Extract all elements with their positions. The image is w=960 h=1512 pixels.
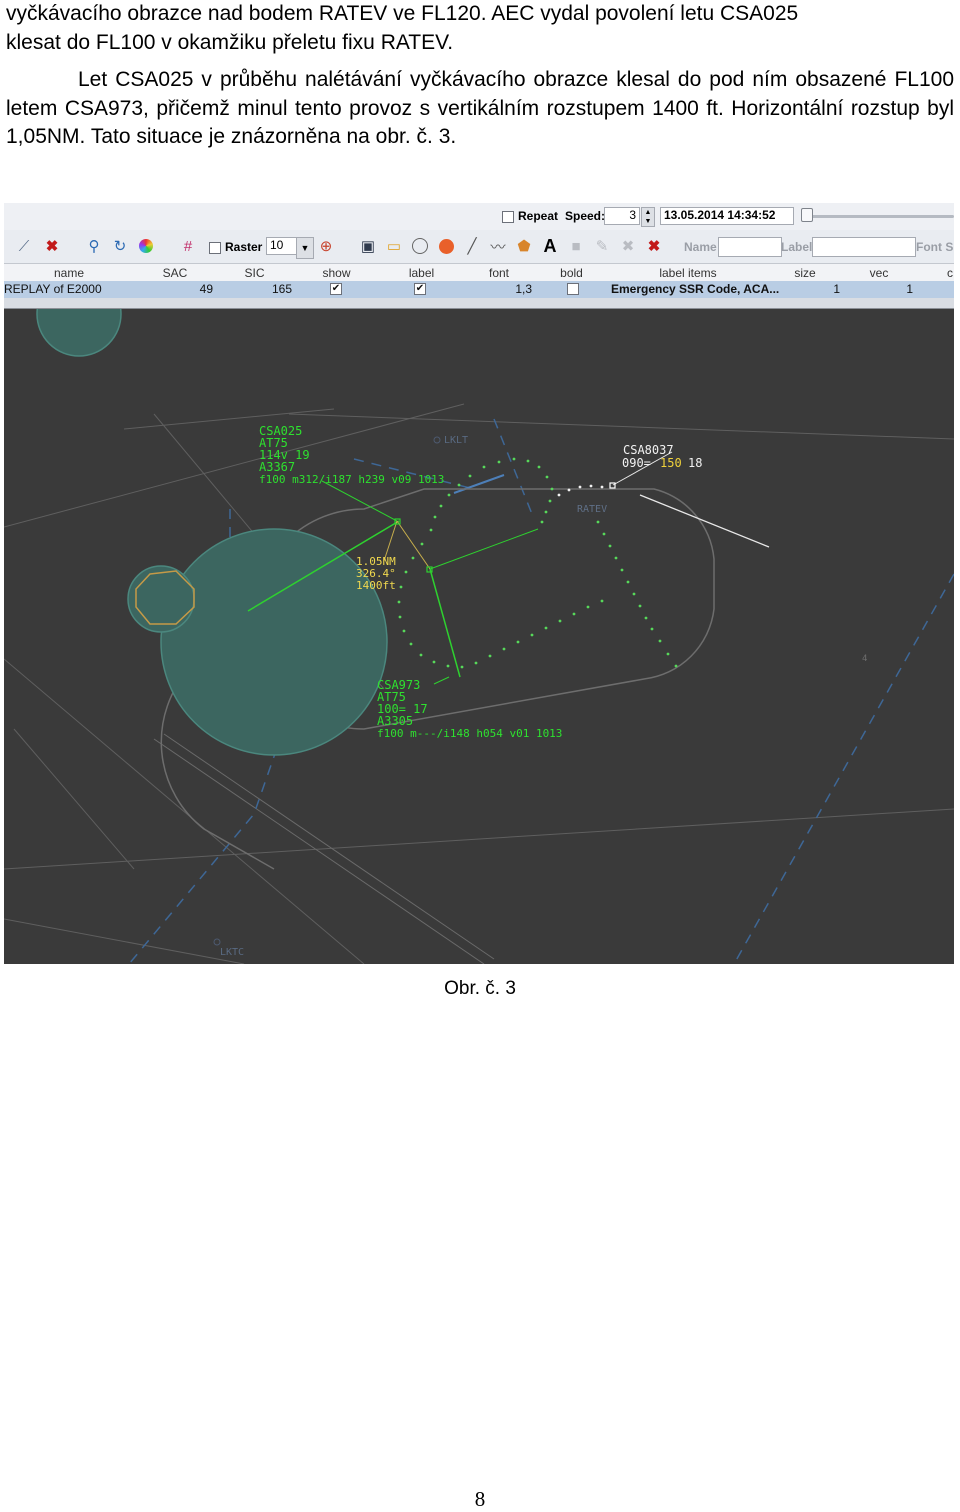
text-line-2: klesat do FL100 v okamžiku přeletu fixu … — [6, 30, 454, 54]
save-icon[interactable]: ▣ — [356, 234, 380, 258]
polygon-tool-icon[interactable]: ⬟ — [512, 234, 536, 258]
radar-replay-screenshot: Repeat Speed: 3 ▲ ▼ 13.05.2014 14:34:52 ⟋… — [4, 203, 954, 964]
col-bold[interactable]: bold — [535, 266, 608, 280]
grid-icon[interactable]: # — [176, 234, 200, 258]
polyline-tool-icon[interactable]: 〰 — [486, 234, 510, 258]
show-checkbox[interactable]: ✔ — [330, 283, 342, 295]
measure-tool-icon[interactable]: ⟋ — [12, 234, 36, 258]
raster-size-value: 10 — [270, 238, 284, 252]
speed-value: 3 — [629, 208, 636, 222]
color-wheel-icon[interactable] — [134, 234, 158, 258]
csa8037-callsign: CSA8037 — [623, 443, 674, 457]
pin-icon[interactable]: ⚲ — [82, 234, 106, 258]
text-line-1: vyčkávacího obrazce nad bodem RATEV ve F… — [6, 2, 799, 25]
label-label: Label — [781, 240, 813, 254]
lklt-label: LKLT — [444, 435, 468, 446]
body-paragraph: Let CSA025 v průběhu nalétávání vyčkávac… — [6, 66, 954, 152]
bold-checkbox[interactable] — [567, 283, 579, 295]
chevron-down-icon[interactable]: ▼ — [296, 237, 314, 259]
filled-circle-tool-icon[interactable] — [434, 234, 458, 258]
label-checkbox[interactable]: ✔ — [414, 283, 426, 295]
table-row[interactable]: REPLAY of E2000 49 165 ✔ ✔ 1,3 Emergency… — [4, 281, 954, 298]
name-label: Name — [684, 240, 717, 254]
edit-tool-icon: ✎ — [595, 238, 609, 255]
row-sac: 49 — [199, 282, 213, 296]
col-sac[interactable]: SAC — [135, 266, 215, 280]
col-c[interactable]: c — [940, 266, 954, 280]
table-spacer — [4, 298, 954, 309]
col-label[interactable]: label — [380, 266, 463, 280]
lktc-label: LKTC — [220, 947, 244, 958]
clear-icon: ✖ — [621, 238, 635, 255]
row-label-items: Emergency SSR Code, ACA... — [611, 282, 780, 296]
delete-icon[interactable]: ✖ — [40, 234, 64, 258]
time-slider-track[interactable] — [804, 215, 954, 218]
row-name: REPLAY of E2000 — [4, 282, 102, 296]
text-tool-glyph: A — [543, 235, 557, 256]
row-vec: 1 — [906, 282, 913, 296]
csa973-flight-data: f100 m---/i148 h054 v01 1013 — [377, 727, 562, 740]
col-name[interactable]: name — [4, 266, 134, 280]
col-sic[interactable]: SIC — [216, 266, 293, 280]
repeat-label: Repeat — [518, 209, 559, 223]
line-tool-icon[interactable]: ╱ — [460, 234, 484, 258]
col-label-items[interactable]: label items — [609, 266, 767, 280]
row-sic: 165 — [271, 282, 292, 296]
figure-caption: Obr. č. 3 — [444, 978, 516, 999]
separation-measure: 1.05NM 326.4° 1400ft — [356, 555, 396, 592]
text-tool-icon[interactable]: A — [538, 234, 562, 258]
csa025-squawk: A3367 — [259, 460, 295, 474]
datetime-value: 13.05.2014 14:34:52 — [664, 208, 776, 222]
speed-spinner[interactable]: 3 — [604, 207, 640, 225]
folder-icon[interactable]: ▭ — [382, 234, 406, 258]
ratev-label: RATEV — [577, 504, 607, 515]
replay-toolbar: Repeat Speed: 3 ▲ ▼ 13.05.2014 14:34:52 — [4, 203, 954, 231]
row-size: 1 — [833, 282, 840, 296]
label-input[interactable] — [812, 237, 916, 257]
csa025-flight-data: f100 m312/i187 h239 v09 1013 — [259, 473, 444, 486]
measure-vertical: 1400ft — [356, 579, 396, 592]
col-font[interactable]: font — [464, 266, 534, 280]
csa973-squawk: A3305 — [377, 714, 413, 728]
fill-tool-icon: ■ — [571, 237, 581, 255]
repeat-checkbox[interactable] — [502, 211, 514, 223]
radar-display[interactable]: LKLT RATEV LKTC 4 CSA025 AT75 114v 19 A3… — [4, 309, 954, 964]
csa8037-speed: 18 — [688, 456, 702, 470]
raster-label: Raster — [225, 240, 263, 254]
raster-size-select[interactable]: 10 — [266, 237, 300, 255]
speed-spinner-arrows-icon[interactable]: ▲ ▼ — [641, 207, 655, 227]
col-show[interactable]: show — [294, 266, 379, 280]
page-number: 8 — [474, 1487, 486, 1511]
delete-all-icon[interactable]: ✖ — [642, 234, 666, 258]
csa8037-level: 090= — [622, 456, 651, 470]
target-icon[interactable]: ⊕ — [314, 234, 338, 258]
time-slider-thumb[interactable] — [801, 208, 813, 222]
name-input[interactable] — [718, 237, 782, 257]
col-vec[interactable]: vec — [843, 266, 915, 280]
col-size[interactable]: size — [768, 266, 842, 280]
table-header: name SAC SIC show label font bold label … — [4, 264, 954, 282]
speed-label: Speed: — [565, 209, 606, 223]
intro-text: vyčkávacího obrazce nad bodem RATEV ve F… — [6, 0, 954, 57]
font-size-label: Font Si — [916, 240, 954, 254]
sector-number: 4 — [862, 654, 867, 664]
row-font: 1,3 — [515, 282, 532, 296]
display-toolbar: ⟋ ✖ ⚲ ↻ # Raster 10 ▼ ⊕ ▣ ▭ ╱ 〰 ⬟ A ■ ✎ … — [4, 230, 954, 264]
paragraph-2: Let CSA025 v průběhu nalétávání vyčkávac… — [6, 68, 954, 148]
circle-tool-icon[interactable] — [408, 234, 432, 258]
datetime-field[interactable]: 13.05.2014 14:34:52 — [660, 207, 794, 225]
csa8037-cleared-level: 150 — [660, 456, 682, 470]
refresh-icon[interactable]: ↻ — [108, 234, 132, 258]
raster-checkbox[interactable] — [209, 242, 221, 254]
